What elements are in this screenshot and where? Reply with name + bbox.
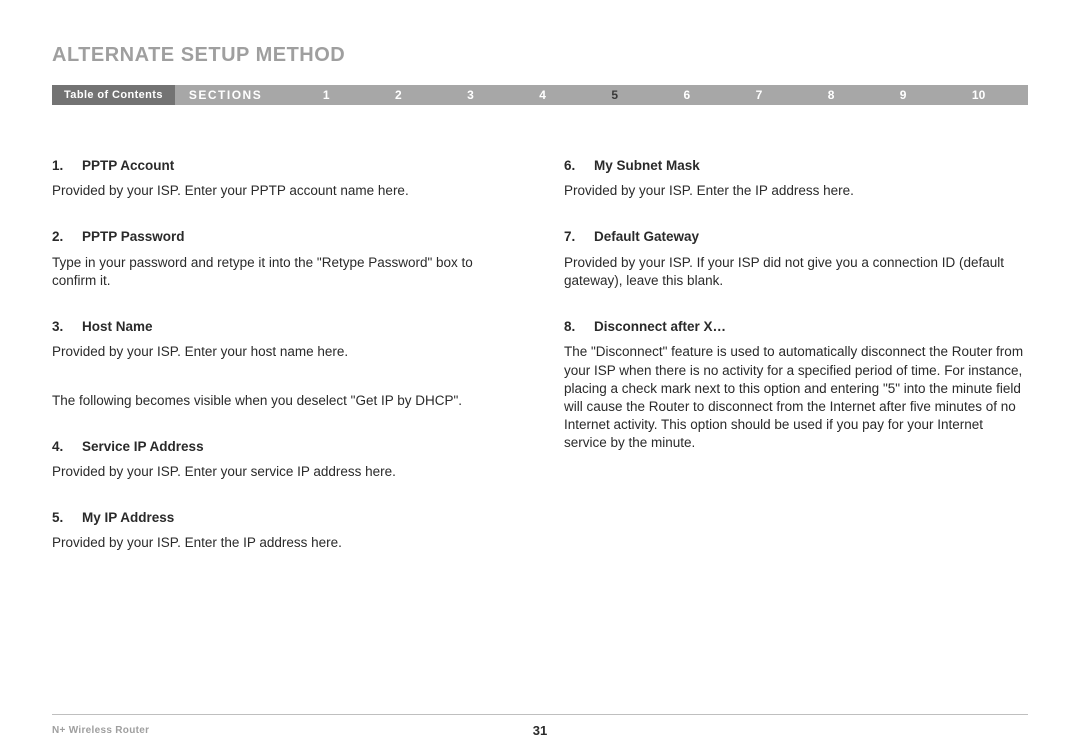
item-title: PPTP Account [82, 157, 174, 175]
item-title: My Subnet Mask [594, 157, 700, 175]
item-title: Host Name [82, 318, 153, 336]
page-title: ALTERNATE SETUP METHOD [52, 44, 1028, 67]
nav-sections-label: SECTIONS [175, 85, 280, 105]
item-number: 8. [564, 318, 594, 336]
nav-section-7[interactable]: 7 [756, 88, 763, 102]
footer-product-name: N+ Wireless Router [52, 725, 149, 736]
nav-section-6[interactable]: 6 [683, 88, 690, 102]
nav-bar: Table of Contents SECTIONS 1 2 3 4 5 6 7… [52, 85, 1028, 105]
nav-section-3[interactable]: 3 [467, 88, 474, 102]
left-column: 1. PPTP Account Provided by your ISP. En… [52, 157, 516, 581]
item-description: The "Disconnect" feature is used to auto… [564, 343, 1028, 452]
nav-section-5[interactable]: 5 [611, 88, 618, 102]
item-number: 6. [564, 157, 594, 175]
item-description: Provided by your ISP. Enter your PPTP ac… [52, 182, 516, 200]
item-number: 1. [52, 157, 82, 175]
nav-section-4[interactable]: 4 [539, 88, 546, 102]
item-number: 5. [52, 509, 82, 527]
nav-sections: 1 2 3 4 5 6 7 8 9 10 [280, 85, 1028, 105]
item-number: 2. [52, 228, 82, 246]
item-description: Provided by your ISP. If your ISP did no… [564, 254, 1028, 290]
item-title: Disconnect after X… [594, 318, 726, 336]
item-number: 4. [52, 438, 82, 456]
item-title: PPTP Password [82, 228, 185, 246]
item-title: Default Gateway [594, 228, 699, 246]
item-description: Provided by your ISP. Enter the IP addre… [52, 534, 516, 552]
dhcp-note: The following becomes visible when you d… [52, 392, 516, 410]
item-title: My IP Address [82, 509, 174, 527]
right-column: 6. My Subnet Mask Provided by your ISP. … [564, 157, 1028, 581]
content-area: 1. PPTP Account Provided by your ISP. En… [52, 157, 1028, 581]
nav-toc-link[interactable]: Table of Contents [52, 85, 175, 105]
nav-section-1[interactable]: 1 [323, 88, 330, 102]
item-title: Service IP Address [82, 438, 204, 456]
nav-section-2[interactable]: 2 [395, 88, 402, 102]
item-host-name: 3. Host Name Provided by your ISP. Enter… [52, 318, 516, 361]
item-number: 3. [52, 318, 82, 336]
item-pptp-password: 2. PPTP Password Type in your password a… [52, 228, 516, 290]
item-description: Type in your password and retype it into… [52, 254, 516, 290]
footer: N+ Wireless Router 31 [52, 714, 1028, 736]
item-number: 7. [564, 228, 594, 246]
item-disconnect-after: 8. Disconnect after X… The "Disconnect" … [564, 318, 1028, 453]
item-description: Provided by your ISP. Enter the IP addre… [564, 182, 1028, 200]
footer-page-number: 31 [533, 723, 547, 738]
item-description: Provided by your ISP. Enter your service… [52, 463, 516, 481]
nav-section-10[interactable]: 10 [972, 88, 985, 102]
item-my-ip: 5. My IP Address Provided by your ISP. E… [52, 509, 516, 552]
item-subnet-mask: 6. My Subnet Mask Provided by your ISP. … [564, 157, 1028, 200]
item-pptp-account: 1. PPTP Account Provided by your ISP. En… [52, 157, 516, 200]
item-default-gateway: 7. Default Gateway Provided by your ISP.… [564, 228, 1028, 290]
nav-section-9[interactable]: 9 [900, 88, 907, 102]
nav-section-8[interactable]: 8 [828, 88, 835, 102]
item-description: Provided by your ISP. Enter your host na… [52, 343, 516, 361]
item-service-ip: 4. Service IP Address Provided by your I… [52, 438, 516, 481]
